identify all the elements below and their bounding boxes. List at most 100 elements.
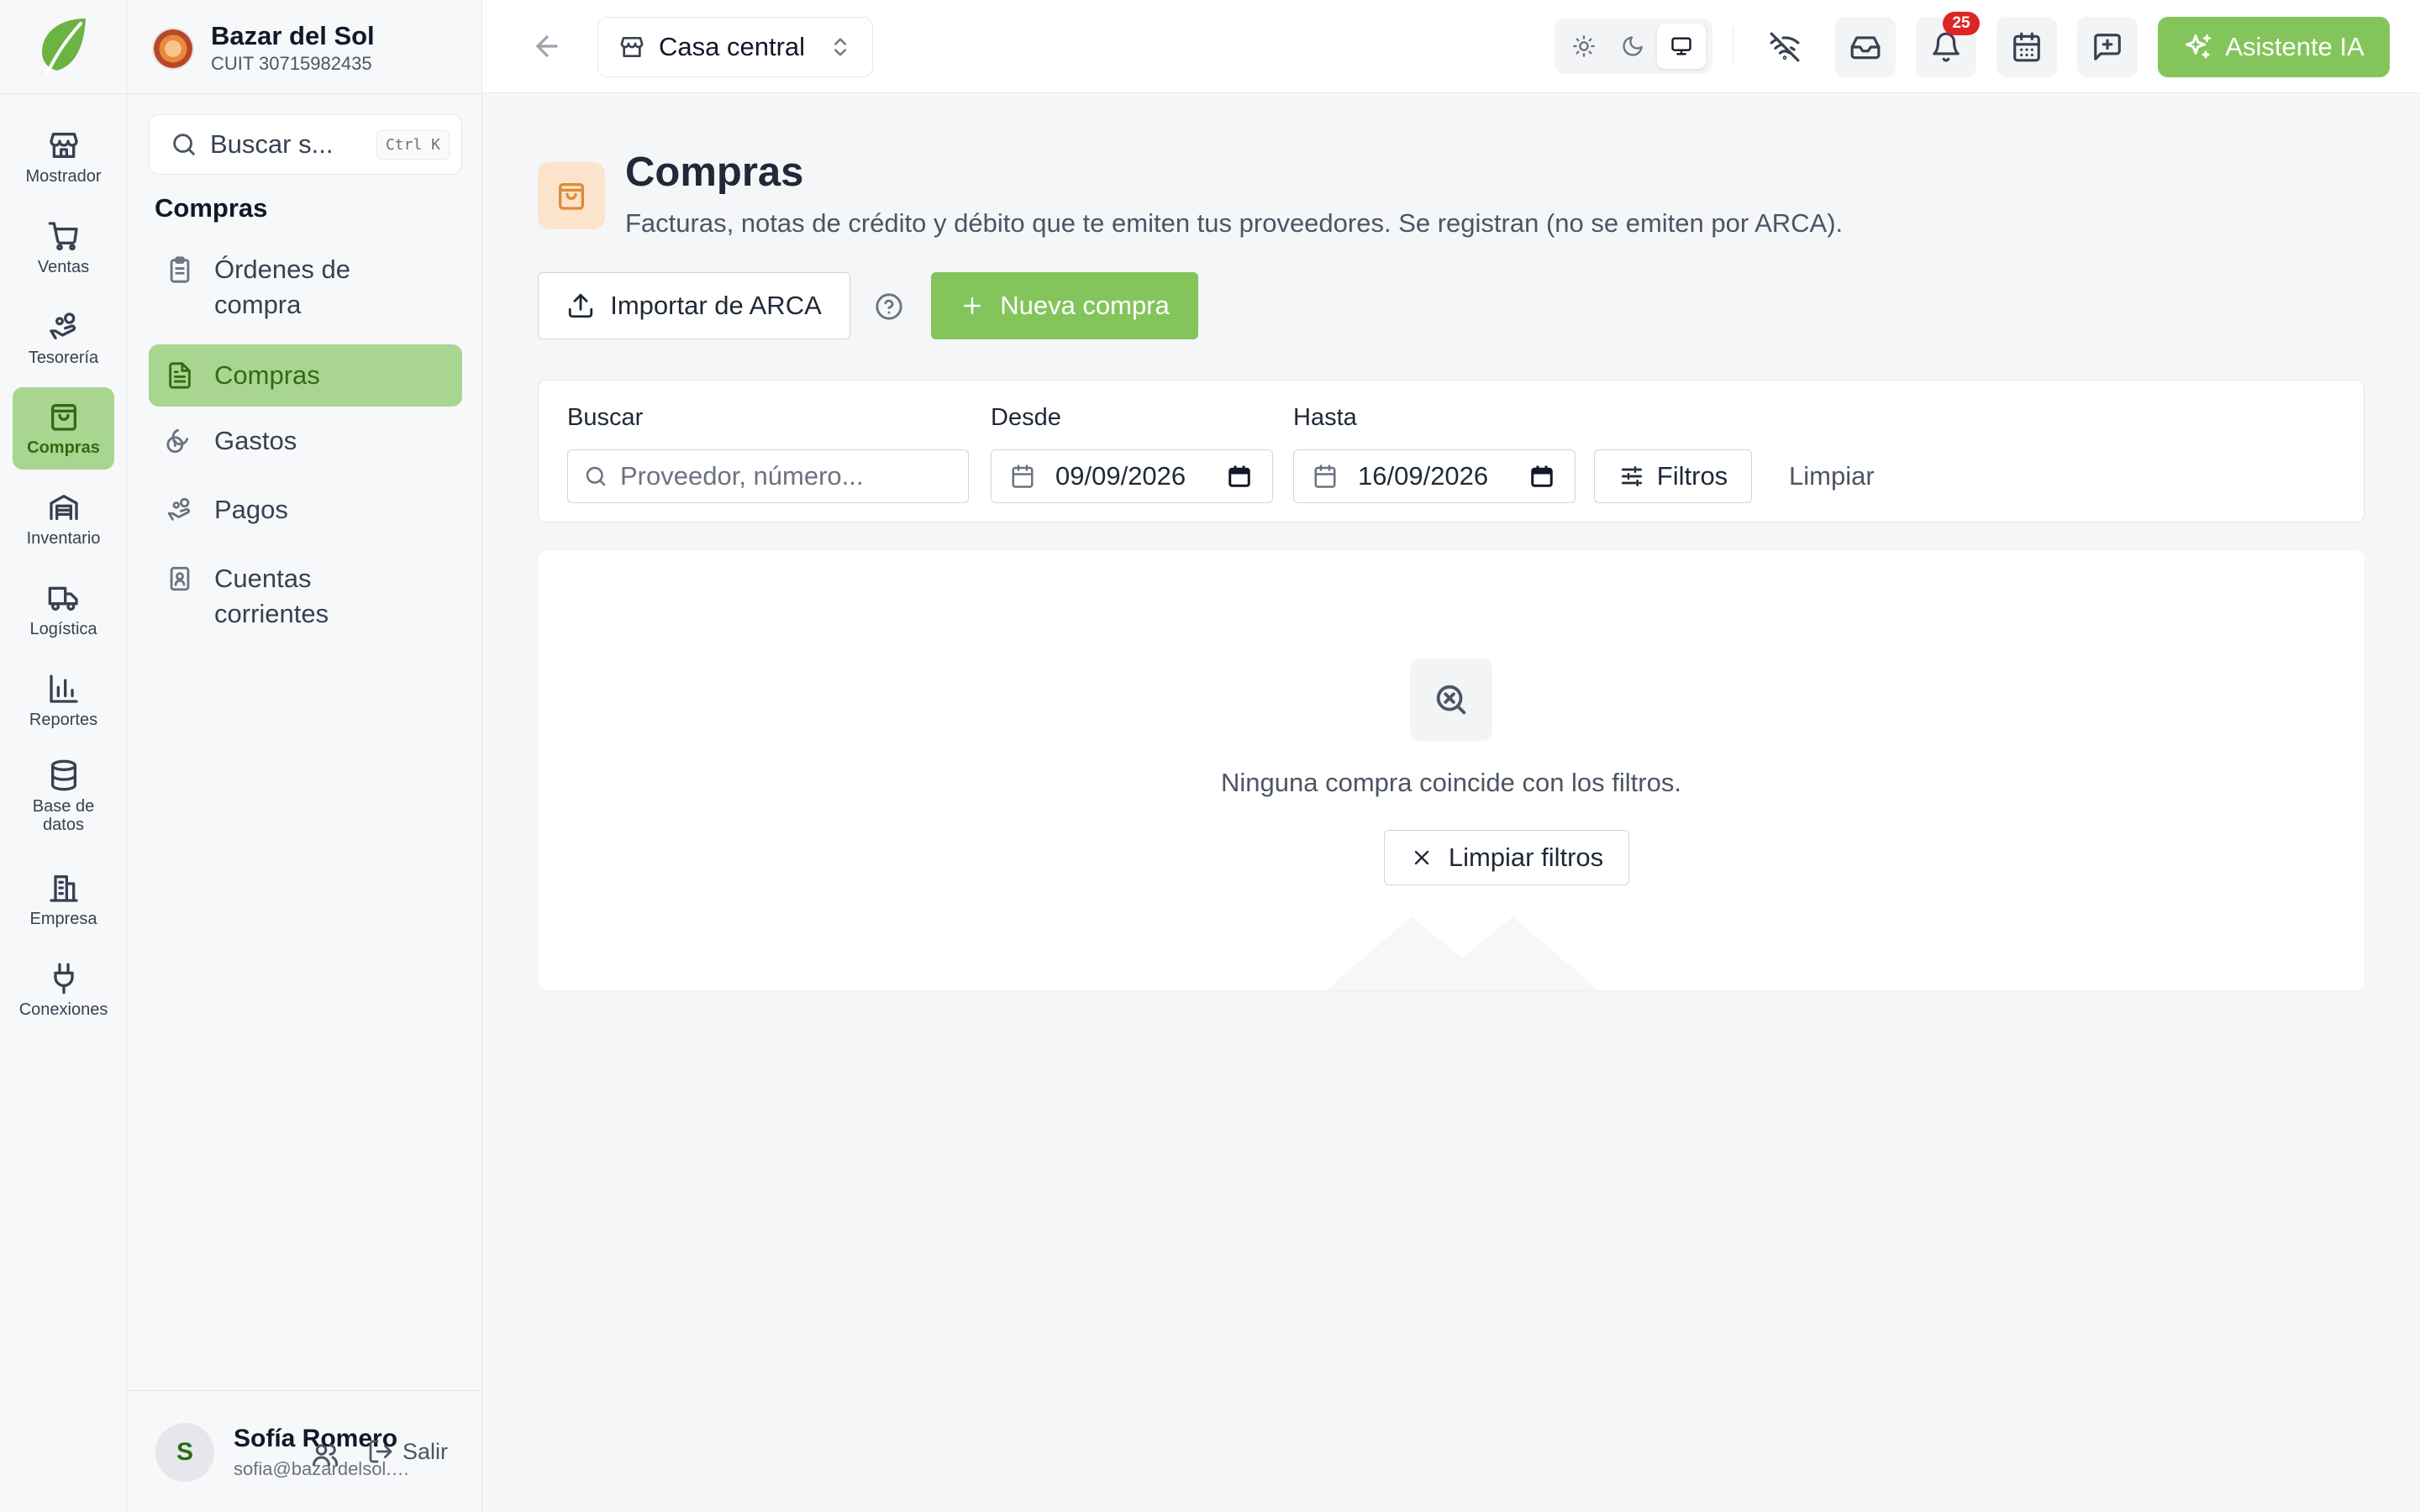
- import-arca-label: Importar de ARCA: [610, 291, 822, 320]
- rail-item-mostrador[interactable]: Mostrador: [13, 116, 114, 198]
- theme-toggle: [1555, 18, 1712, 74]
- sidebar-item-gastos[interactable]: Gastos: [149, 423, 462, 465]
- switch-user-icon[interactable]: [310, 1440, 340, 1470]
- from-date-value: 09/09/2026: [1055, 461, 1186, 491]
- feedback-button[interactable]: [2077, 17, 2138, 77]
- rail-item-tesoreria[interactable]: Tesorería: [13, 297, 114, 380]
- rail-item-label: Mostrador: [25, 167, 102, 186]
- date-picker-icon[interactable]: [1227, 464, 1252, 489]
- rail-item-empresa[interactable]: Empresa: [13, 858, 114, 941]
- org-cuit: CUIT 30715982435: [211, 53, 372, 74]
- store-icon: [49, 133, 78, 158]
- rail-item-conexiones[interactable]: Conexiones: [13, 949, 114, 1032]
- search-x-icon: [1410, 659, 1492, 741]
- leaf-logo-icon[interactable]: [35, 15, 91, 77]
- inbox-button[interactable]: [1835, 17, 1896, 77]
- from-date-input[interactable]: 09/09/2026: [991, 449, 1273, 503]
- user-panel: S Sofía Romero sofia@bazardelsol.com.ar …: [127, 1390, 482, 1512]
- calendar-icon: [1012, 465, 1034, 488]
- calendar-button[interactable]: [1996, 17, 2057, 77]
- rail-item-label: Empresa: [29, 910, 97, 928]
- shopping-bag-icon: [50, 404, 76, 431]
- theme-system-button[interactable]: [1657, 24, 1706, 69]
- logout-label: Salir: [402, 1438, 449, 1464]
- to-date-input[interactable]: 16/09/2026: [1293, 449, 1576, 503]
- rail-item-label: Inventario: [26, 529, 101, 548]
- org-logo: [152, 28, 194, 70]
- rail-item-compras[interactable]: Compras: [13, 387, 114, 470]
- clear-filters-label: Limpiar filtros: [1448, 843, 1604, 872]
- sparkles-icon: [2186, 34, 2212, 59]
- ai-assistant-button[interactable]: Asistente IA: [2158, 17, 2390, 77]
- sidebar-heading: Compras: [155, 193, 268, 223]
- logout-icon: [369, 1440, 392, 1463]
- section-sidebar: Bazar del Sol CUIT 30715982435 Buscar s.…: [127, 0, 482, 1512]
- rail-item-reportes[interactable]: Reportes: [13, 659, 114, 742]
- plus-icon: [964, 297, 981, 314]
- rail-item-base-de-datos[interactable]: Base de datos: [13, 750, 114, 843]
- rail-item-inventario[interactable]: Inventario: [13, 478, 114, 560]
- sidebar-item-pagos[interactable]: Pagos: [149, 492, 462, 534]
- org-switcher[interactable]: Bazar del Sol CUIT 30715982435: [152, 21, 375, 74]
- theme-dark-button[interactable]: [1608, 24, 1657, 69]
- ai-assistant-label: Asistente IA: [2225, 32, 2365, 61]
- sidebar-divider: [127, 93, 482, 94]
- warehouse-icon: [49, 495, 78, 520]
- message-plus-icon: [2094, 34, 2121, 60]
- shopping-bag-icon: [538, 162, 605, 229]
- top-bar: Casa central 25 Asistente IA: [482, 0, 2420, 93]
- page-title: Compras: [625, 150, 804, 195]
- empty-state-message: Ninguna compra coincide con los filtros.: [1221, 768, 1681, 797]
- database-icon: [50, 759, 76, 791]
- hand-coins-icon: [49, 312, 76, 339]
- chevrons-up-down-icon: [834, 38, 846, 56]
- sidebar-item-ordenes-de-compra[interactable]: Órdenes de compra: [149, 252, 462, 328]
- clear-filters-button[interactable]: Limpiar filtros: [1384, 830, 1629, 885]
- import-arca-button[interactable]: Importar de ARCA: [538, 272, 850, 339]
- logout-button[interactable]: Salir: [367, 1438, 448, 1465]
- sidebar-item-label: Pagos: [214, 495, 288, 524]
- help-circle-icon[interactable]: [875, 292, 903, 321]
- rail-item-ventas[interactable]: Ventas: [13, 207, 114, 289]
- filters-panel: Buscar Proveedor, número... Desde 09/09/…: [538, 380, 2365, 522]
- bell-icon: [1933, 32, 1960, 62]
- branch-name: Casa central: [659, 32, 806, 61]
- rail-divider: [0, 93, 127, 94]
- clipboard-icon: [170, 256, 190, 283]
- sidebar-item-compras[interactable]: Compras: [149, 344, 462, 407]
- app-rail: Mostrador Ventas Tesorería Compras Inven…: [0, 0, 127, 1512]
- search-input[interactable]: Proveedor, número...: [567, 449, 969, 503]
- to-date-value: 16/09/2026: [1358, 461, 1489, 491]
- from-label: Desde: [991, 404, 1061, 431]
- main-content: Compras Facturas, notas de crédito y déb…: [482, 93, 2420, 1512]
- inbox-icon: [1850, 36, 1881, 60]
- date-picker-icon[interactable]: [1529, 464, 1555, 489]
- search-input-placeholder: Proveedor, número...: [620, 461, 864, 491]
- to-label: Hasta: [1293, 404, 1357, 431]
- sliders-icon: [1621, 466, 1642, 486]
- new-purchase-button[interactable]: Nueva compra: [931, 272, 1198, 339]
- filters-button[interactable]: Filtros: [1594, 449, 1752, 503]
- sidebar-item-label: Compras: [214, 360, 320, 390]
- offline-button[interactable]: [1754, 17, 1815, 77]
- sun-icon: [1573, 35, 1595, 57]
- hand-coins-icon: [167, 497, 190, 521]
- theme-light-button[interactable]: [1560, 24, 1608, 69]
- rail-item-label: Conexiones: [18, 1000, 108, 1019]
- filters-label: Filtros: [1656, 461, 1728, 491]
- sidebar-item-label: Gastos: [214, 426, 297, 455]
- monitor-icon: [1671, 37, 1691, 55]
- sidebar-item-cuentas-corrientes[interactable]: Cuentas corrientes: [149, 561, 462, 637]
- close-icon: [1414, 850, 1428, 865]
- back-arrow-icon[interactable]: [531, 30, 563, 62]
- rail-item-label: Tesorería: [28, 349, 99, 367]
- rail-item-label: Logística: [29, 620, 97, 638]
- rail-item-logistica[interactable]: Logística: [13, 569, 114, 651]
- sidebar-search[interactable]: Buscar s... Ctrl K: [149, 114, 462, 175]
- search-label: Buscar: [567, 404, 644, 431]
- branch-selector[interactable]: Casa central: [597, 17, 873, 77]
- avatar[interactable]: S: [155, 1423, 214, 1482]
- clear-button[interactable]: Limpiar: [1764, 449, 1900, 503]
- search-shortcut: Ctrl K: [376, 129, 450, 160]
- org-name: Bazar del Sol: [211, 21, 375, 50]
